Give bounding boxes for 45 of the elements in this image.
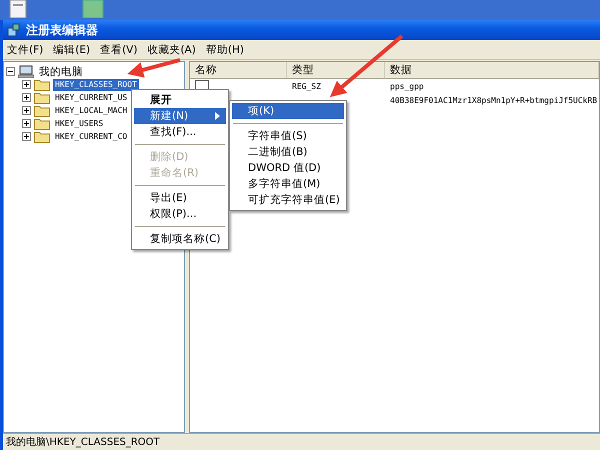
status-text: 我的电脑\HKEY_CLASSES_ROOT [6,436,160,449]
menu-item[interactable]: DWORD 值(D) [232,160,344,176]
folder-icon [34,92,50,104]
folder-icon [34,78,50,90]
table-cell: REG_SZ [292,82,321,90]
computer-icon [18,65,34,78]
folder-icon [34,118,50,130]
folder-icon [34,104,50,116]
menu-item[interactable]: 字符串值(S) [232,128,344,144]
expand-icon[interactable] [22,132,31,141]
tree-item[interactable]: 我的电脑 [37,66,85,78]
menu-item[interactable]: 收藏夹(A) [147,42,196,56]
menu-item[interactable]: 权限(P)... [134,206,226,222]
expand-icon[interactable] [22,93,31,102]
menu-item[interactable]: 导出(E) [134,190,226,206]
menu-item[interactable]: 文件(F) [7,42,44,56]
menu-item[interactable]: 展开 [134,92,226,108]
column-header[interactable]: 名称 [190,62,287,78]
menu-item[interactable]: 复制项名称(C) [134,231,226,247]
expand-icon[interactable] [22,80,31,89]
collapse-icon[interactable] [6,67,15,76]
arrow-annotation [127,58,181,78]
menu-item[interactable]: 编辑(E) [53,42,90,56]
menu-item[interactable]: 查找(F)... [134,124,226,140]
registry-editor-icon [7,23,21,37]
folder-icon [34,130,50,142]
tree-item[interactable]: HKEY_CLASSES_ROOT [53,78,139,90]
table-cell: 40B38E9F01AC1Mzr1X8psMn1pY+R+btmgpiJf5UCkRB. [390,96,599,104]
table-cell: pps_gpp [390,82,424,90]
menu-item[interactable]: 项(K) [232,103,344,119]
expand-icon[interactable] [22,106,31,115]
menu-item[interactable]: 新建(N) [134,108,226,124]
tree-item[interactable]: HKEY_USERS [53,118,106,130]
menu-item[interactable]: 查看(V) [100,42,138,56]
menu-item[interactable]: 可扩充字符串值(E) [232,192,344,208]
tree-item[interactable]: HKEY_CURRENT_US [53,92,130,104]
tree-item[interactable]: HKEY_LOCAL_MACH [53,104,130,116]
column-header[interactable]: 数据 [385,62,599,78]
tree-item[interactable]: HKEY_CURRENT_CO [53,130,130,142]
menu-item[interactable]: 帮助(H) [206,42,244,56]
window-title: 注册表编辑器 [26,22,98,38]
menu-item[interactable]: 二进制值(B) [232,144,344,160]
expand-icon[interactable] [22,119,31,128]
menu-item[interactable]: 多字符串值(M) [232,176,344,192]
column-header[interactable]: 类型 [287,62,385,78]
